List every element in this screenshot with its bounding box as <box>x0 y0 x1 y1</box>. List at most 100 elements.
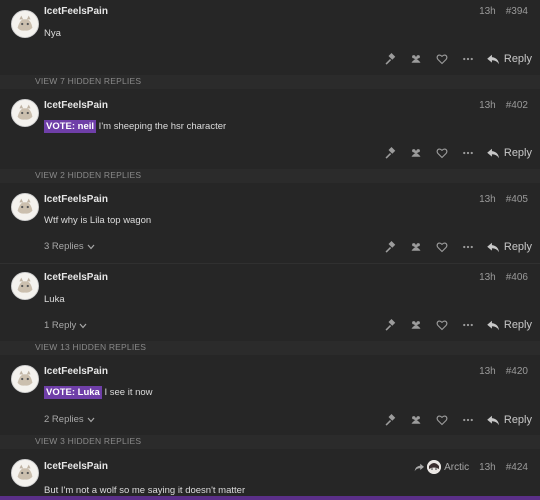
reply-to-indicator[interactable]: Arctic <box>414 460 469 474</box>
hammer-icon[interactable] <box>377 50 403 68</box>
replies-count: 1 Reply <box>44 320 77 331</box>
vote-highlight: VOTE: neil <box>44 120 97 133</box>
more-icon[interactable] <box>455 144 481 162</box>
reply-button[interactable]: Reply <box>487 241 532 253</box>
username[interactable]: IcetFeelsPain <box>44 6 108 17</box>
reply-label: Reply <box>503 319 532 331</box>
username[interactable]: IcetFeelsPain <box>44 100 108 111</box>
post-meta: 13h #394 <box>479 6 528 17</box>
post-number[interactable]: #402 <box>506 100 528 111</box>
hammer-icon[interactable] <box>377 316 403 334</box>
post-text: I'm sheeping the hsr character <box>96 121 227 132</box>
avatar[interactable] <box>11 272 39 300</box>
post-actions: Reply <box>377 50 532 68</box>
users-icon[interactable] <box>403 238 429 256</box>
hammer-icon[interactable] <box>377 411 403 429</box>
reply-to-username: Arctic <box>444 461 470 473</box>
username[interactable]: IcetFeelsPain <box>44 366 108 377</box>
more-icon[interactable] <box>455 238 481 256</box>
avatar[interactable] <box>11 10 39 38</box>
more-icon[interactable] <box>455 411 481 429</box>
reply-button[interactable]: Reply <box>487 414 532 426</box>
composer-edge-bar <box>0 496 540 500</box>
post-actions: Reply <box>377 411 532 429</box>
post-time[interactable]: 13h <box>479 6 496 17</box>
vote-highlight: VOTE: Luka <box>44 386 102 399</box>
post-body: VOTE: neil I'm sheeping the hsr characte… <box>44 120 227 133</box>
post-time[interactable]: 13h <box>479 462 496 473</box>
post-time[interactable]: 13h <box>479 194 496 205</box>
reply-icon <box>487 148 499 158</box>
view-hidden-replies-link[interactable]: VIEW 13 HIDDEN REPLIES <box>35 342 146 352</box>
users-icon[interactable] <box>403 144 429 162</box>
reply-label: Reply <box>503 414 532 426</box>
users-icon[interactable] <box>403 411 429 429</box>
chevron-down-icon <box>87 244 95 249</box>
share-arrow-icon <box>414 463 425 471</box>
post-time[interactable]: 13h <box>479 100 496 111</box>
view-hidden-replies-link[interactable]: VIEW 3 HIDDEN REPLIES <box>35 436 141 446</box>
avatar[interactable] <box>11 365 39 393</box>
post-420: IcetFeelsPain 13h #420 VOTE: Luka I see … <box>0 355 540 435</box>
post-meta: 13h #420 <box>479 366 528 377</box>
replies-toggle[interactable]: 1 Reply <box>44 320 87 331</box>
post-actions: Reply <box>377 238 532 256</box>
reply-button[interactable]: Reply <box>487 53 532 65</box>
post-number[interactable]: #394 <box>506 6 528 17</box>
avatar[interactable] <box>11 193 39 221</box>
post-meta: 13h #402 <box>479 100 528 111</box>
hidden-replies-divider: VIEW 7 HIDDEN REPLIES <box>0 75 540 89</box>
post-405: IcetFeelsPain 13h #405 Wtf why is Lila t… <box>0 183 540 263</box>
more-icon[interactable] <box>455 50 481 68</box>
post-time[interactable]: 13h <box>479 272 496 283</box>
chevron-down-icon <box>79 323 87 328</box>
post-time[interactable]: 13h <box>479 366 496 377</box>
replies-toggle[interactable]: 2 Replies <box>44 414 95 425</box>
post-meta: Arctic 13h #424 <box>414 460 528 474</box>
view-hidden-replies-link[interactable]: VIEW 2 HIDDEN REPLIES <box>35 170 141 180</box>
reply-button[interactable]: Reply <box>487 147 532 159</box>
post-text: Luka <box>44 294 65 305</box>
avatar[interactable] <box>11 99 39 127</box>
avatar[interactable] <box>11 459 39 487</box>
reply-label: Reply <box>503 53 532 65</box>
hidden-replies-divider: VIEW 3 HIDDEN REPLIES <box>0 435 540 449</box>
post-424: IcetFeelsPain Arctic 13h #424 But I'm no… <box>0 449 540 496</box>
post-text: I see it now <box>101 387 153 398</box>
post-number[interactable]: #424 <box>506 462 528 473</box>
reply-to-avatar <box>427 460 442 474</box>
post-text: Nya <box>44 28 61 39</box>
heart-icon[interactable] <box>429 50 455 68</box>
hidden-replies-divider: VIEW 2 HIDDEN REPLIES <box>0 169 540 183</box>
post-body: VOTE: Luka I see it now <box>44 386 153 399</box>
post-number[interactable]: #406 <box>506 272 528 283</box>
heart-icon[interactable] <box>429 144 455 162</box>
post-text: But I'm not a wolf so me saying it doesn… <box>44 485 246 496</box>
reply-label: Reply <box>503 147 532 159</box>
post-number[interactable]: #405 <box>506 194 528 205</box>
username[interactable]: IcetFeelsPain <box>44 461 108 472</box>
post-402: IcetFeelsPain 13h #402 VOTE: neil I'm sh… <box>0 89 540 169</box>
more-icon[interactable] <box>455 316 481 334</box>
heart-icon[interactable] <box>429 411 455 429</box>
post-text: Wtf why is Lila top wagon <box>44 215 152 226</box>
view-hidden-replies-link[interactable]: VIEW 7 HIDDEN REPLIES <box>35 76 141 86</box>
replies-toggle[interactable]: 3 Replies <box>44 241 95 252</box>
post-394: IcetFeelsPain 13h #394 Nya Reply <box>0 0 540 75</box>
post-body: Wtf why is Lila top wagon <box>44 215 151 226</box>
username[interactable]: IcetFeelsPain <box>44 194 108 205</box>
reply-icon <box>487 242 499 252</box>
heart-icon[interactable] <box>429 238 455 256</box>
username[interactable]: IcetFeelsPain <box>44 272 108 283</box>
chevron-down-icon <box>87 417 95 422</box>
users-icon[interactable] <box>403 316 429 334</box>
hammer-icon[interactable] <box>377 144 403 162</box>
hammer-icon[interactable] <box>377 238 403 256</box>
post-body: Luka <box>44 294 65 305</box>
post-number[interactable]: #420 <box>506 366 528 377</box>
post-body: Nya <box>44 28 61 39</box>
reply-button[interactable]: Reply <box>487 319 532 331</box>
post-actions: Reply <box>377 316 532 334</box>
users-icon[interactable] <box>403 50 429 68</box>
heart-icon[interactable] <box>429 316 455 334</box>
